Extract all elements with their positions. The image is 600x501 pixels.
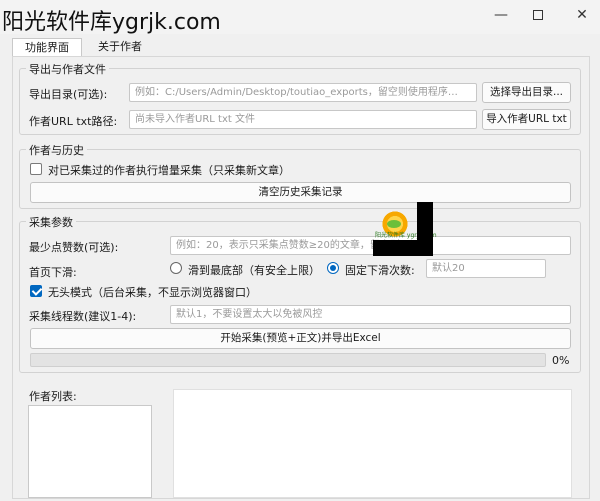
params-group: 采集参数 最少点赞数(可选): 例如：20，表示只采集点赞数≥20的文章，留空则… <box>19 214 581 373</box>
progress-bar <box>30 353 546 367</box>
clear-history-button[interactable]: 清空历史采集记录 <box>30 182 571 203</box>
export-dir-input[interactable]: 例如：C:/Users/Admin/Desktop/toutiao_export… <box>129 83 477 102</box>
tab-about[interactable]: 关于作者 <box>86 38 154 57</box>
logo-mask-horizontal <box>373 240 433 256</box>
maximize-icon <box>533 10 543 20</box>
incremental-checkbox-label: 对已采集过的作者执行增量采集（只采集新文章） <box>48 164 290 177</box>
close-button[interactable]: ✕ <box>562 4 600 26</box>
author-list-box[interactable] <box>28 405 152 498</box>
export-dir-label: 导出目录(可选): <box>29 88 108 101</box>
min-likes-input[interactable]: 例如：20，表示只采集点赞数≥20的文章，留空则不过滤 <box>170 236 571 255</box>
import-author-file-button[interactable]: 导入作者URL txt <box>482 109 571 130</box>
minimize-button[interactable]: — <box>481 4 521 26</box>
scroll-label: 首页下滑: <box>29 266 77 279</box>
threads-label: 采集线程数(建议1-4): <box>29 310 137 323</box>
leaf-icon <box>387 220 401 228</box>
maximize-button[interactable] <box>518 4 558 26</box>
incremental-checkbox[interactable] <box>30 163 42 175</box>
minimize-icon: — <box>494 7 508 23</box>
choose-export-dir-button[interactable]: 选择导出目录... <box>482 82 571 103</box>
watermark-text: 阳光软件库ygrjk.com <box>2 10 221 35</box>
start-collect-button[interactable]: 开始采集(预览+正文)并导出Excel <box>30 328 571 349</box>
params-group-title: 采集参数 <box>26 214 76 230</box>
scroll-fixed-radio[interactable] <box>327 262 339 274</box>
watermark-logo: 阳光软件库 ygrjk.com <box>373 202 437 256</box>
progress-text: 0% <box>552 354 570 367</box>
title-bar: 阳光软件库ygrjk.com — ✕ <box>0 0 600 35</box>
export-group: 导出与作者文件 导出目录(可选): 例如：C:/Users/Admin/Desk… <box>19 61 581 135</box>
export-group-title: 导出与作者文件 <box>26 61 109 77</box>
author-list-label: 作者列表: <box>29 390 77 403</box>
min-likes-label: 最少点赞数(可选): <box>29 241 119 254</box>
scroll-count-input[interactable]: 默认20 <box>426 259 546 278</box>
scroll-bottom-label: 滑到最底部（有安全上限） <box>188 264 320 277</box>
close-icon: ✕ <box>576 7 588 23</box>
scroll-fixed-label: 固定下滑次数: <box>345 264 415 277</box>
tab-main[interactable]: 功能界面 <box>12 38 82 57</box>
headless-checkbox[interactable] <box>30 285 42 297</box>
log-output-box[interactable] <box>173 389 572 498</box>
author-file-input[interactable]: 尚未导入作者URL txt 文件 <box>129 110 477 129</box>
threads-input[interactable]: 默认1，不要设置太大以免被风控 <box>170 305 571 324</box>
history-group: 作者与历史 对已采集过的作者执行增量采集（只采集新文章） 清空历史采集记录 <box>19 142 581 209</box>
history-group-title: 作者与历史 <box>26 142 87 158</box>
scroll-bottom-radio[interactable] <box>170 262 182 274</box>
headless-checkbox-label: 无头模式（后台采集，不显示浏览器窗口） <box>48 286 257 299</box>
main-panel: 导出与作者文件 导出目录(可选): 例如：C:/Users/Admin/Desk… <box>12 56 590 499</box>
author-file-label: 作者URL txt路径: <box>29 115 118 128</box>
